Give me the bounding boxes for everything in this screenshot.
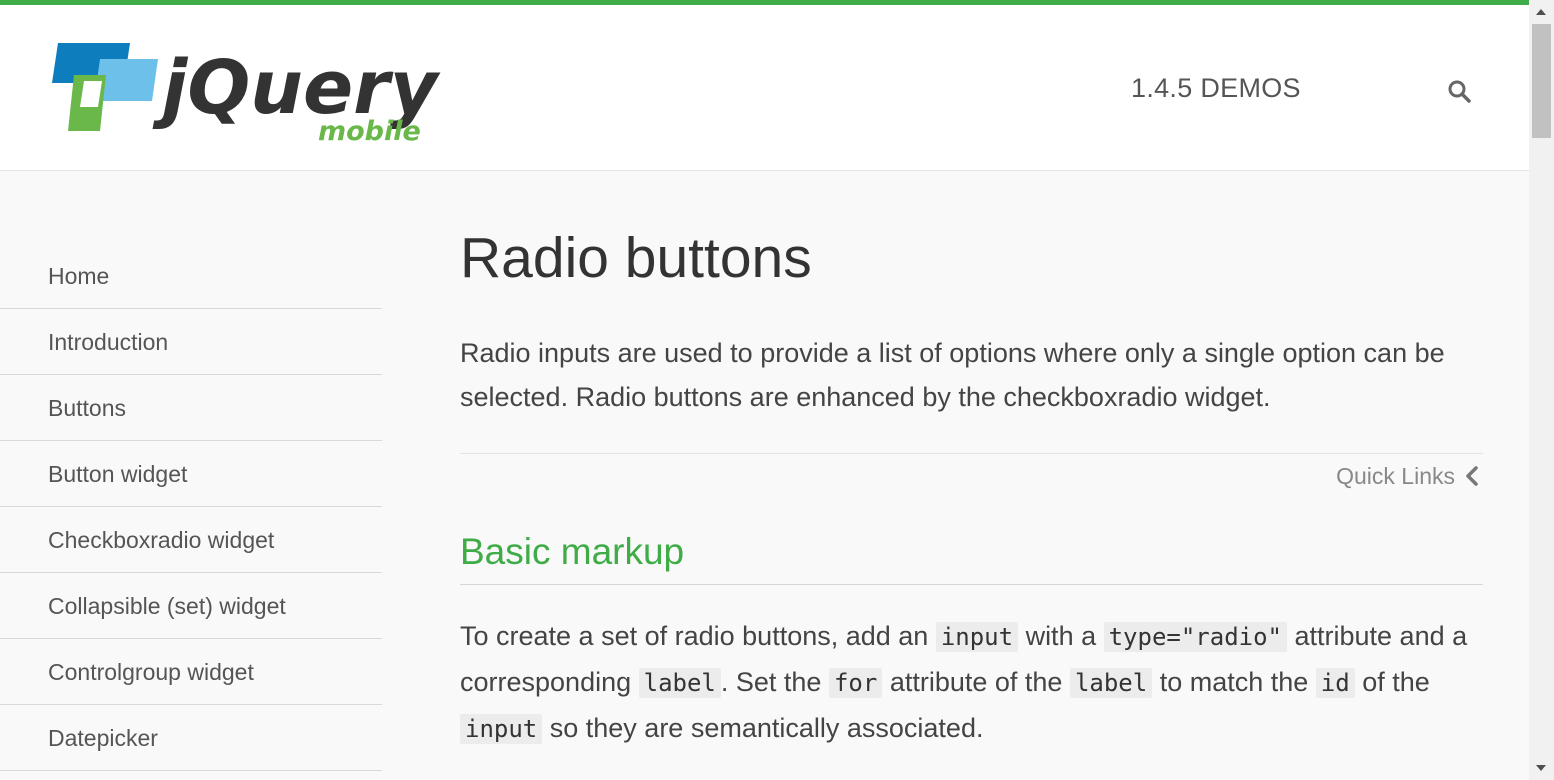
scrollbar-thumb[interactable] bbox=[1532, 24, 1551, 138]
sidebar-nav: Home Introduction Buttons Button widget … bbox=[0, 243, 382, 771]
logo-graphic: jQuery mobile bbox=[52, 43, 441, 147]
sidebar-item-datepicker[interactable]: Datepicker bbox=[0, 705, 382, 771]
sidebar-item-home[interactable]: Home bbox=[0, 243, 382, 309]
page-title: Radio buttons bbox=[460, 226, 812, 290]
chevron-left-icon bbox=[1466, 466, 1478, 486]
site-header: jQuery mobile 1.4.5 DEMOS bbox=[0, 5, 1529, 171]
code-label: label bbox=[638, 668, 721, 698]
body-text-5: attribute of the bbox=[882, 667, 1070, 697]
main-content: Radio buttons Radio inputs are used to p… bbox=[460, 215, 1483, 744]
body-text-7: of the bbox=[1354, 667, 1430, 697]
scroll-up-arrow-icon[interactable] bbox=[1536, 9, 1546, 15]
code-type-radio: type="radio" bbox=[1103, 622, 1287, 652]
divider bbox=[460, 453, 1483, 454]
code-for: for bbox=[828, 668, 883, 698]
sidebar-item-introduction[interactable]: Introduction bbox=[0, 309, 382, 375]
quick-links-toggle[interactable]: Quick Links bbox=[1336, 459, 1483, 493]
search-icon[interactable] bbox=[1447, 79, 1473, 105]
code-input: input bbox=[935, 622, 1019, 652]
body-text-8: so they are semantically associated. bbox=[542, 713, 984, 743]
code-id: id bbox=[1315, 668, 1355, 698]
demos-version-link[interactable]: 1.4.5 DEMOS bbox=[1131, 73, 1301, 104]
sidebar-item-controlgroup-widget[interactable]: Controlgroup widget bbox=[0, 639, 382, 705]
body-text-2: with a bbox=[1018, 621, 1104, 651]
svg-text:mobile: mobile bbox=[318, 116, 421, 141]
sidebar-item-button-widget[interactable]: Button widget bbox=[0, 441, 382, 507]
code-label-2: label bbox=[1069, 668, 1153, 698]
section-divider bbox=[460, 584, 1483, 585]
intro-paragraph: Radio inputs are used to provide a list … bbox=[460, 338, 1445, 412]
body-text-6: to match the bbox=[1152, 667, 1316, 697]
sidebar-item-checkboxradio-widget[interactable]: Checkboxradio widget bbox=[0, 507, 382, 573]
quick-links-label: Quick Links bbox=[1336, 463, 1455, 489]
body-text-1: To create a set of radio buttons, add an bbox=[460, 621, 936, 651]
jquery-mobile-logo[interactable]: jQuery mobile bbox=[44, 41, 464, 147]
scroll-down-arrow-icon[interactable] bbox=[1536, 765, 1546, 771]
sidebar-item-buttons[interactable]: Buttons bbox=[0, 375, 382, 441]
sidebar-item-collapsible-widget[interactable]: Collapsible (set) widget bbox=[0, 573, 382, 639]
body-text-4: . Set the bbox=[720, 667, 829, 697]
vertical-scrollbar[interactable] bbox=[1529, 0, 1554, 780]
section-title-basic-markup: Basic markup bbox=[460, 531, 685, 572]
basic-markup-paragraph: To create a set of radio buttons, add an… bbox=[460, 614, 1500, 752]
code-input-2: input bbox=[460, 714, 543, 744]
